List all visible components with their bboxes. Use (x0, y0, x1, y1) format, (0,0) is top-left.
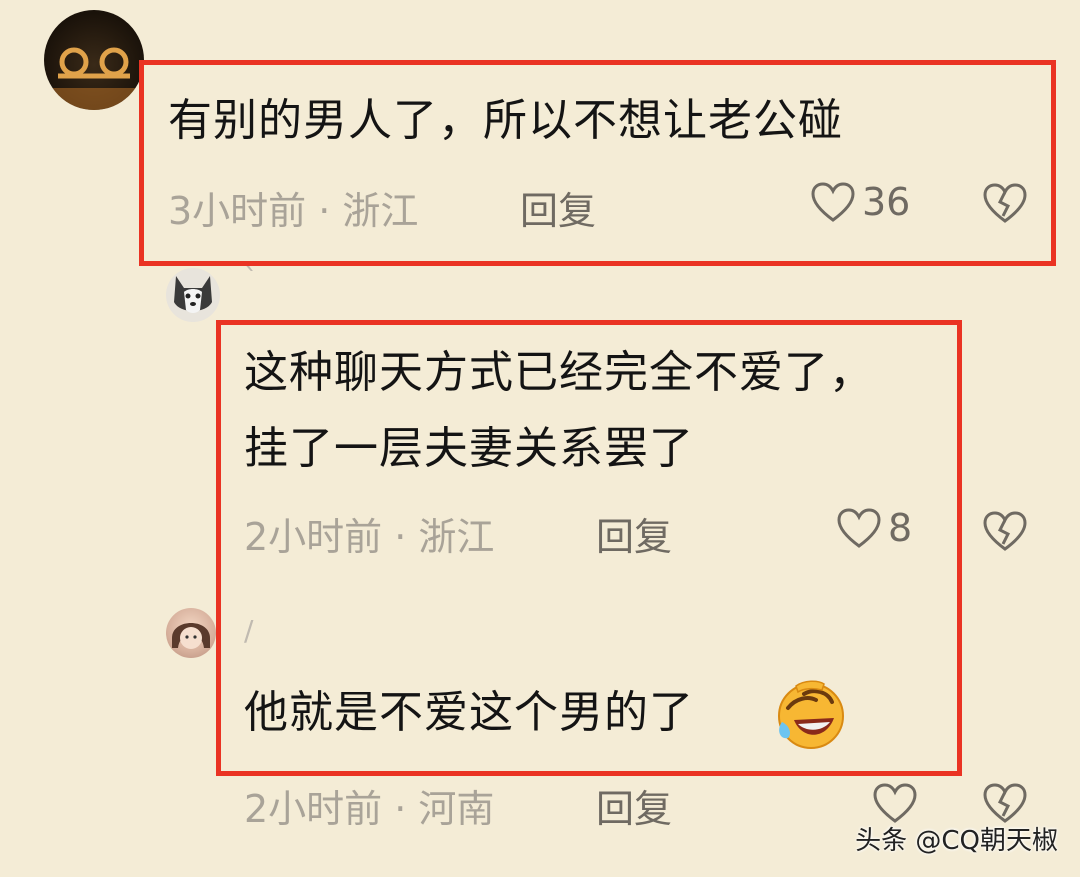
watermark: 头条 @CQ朝天椒 (855, 826, 1058, 856)
girl-avatar-icon (172, 623, 210, 649)
comment-time-location: 2小时前 · 河南 (244, 787, 495, 831)
comment-text: 有别的男人了，所以不想让老公碰 (168, 95, 843, 146)
heart-icon (836, 507, 882, 549)
like-count: 36 (862, 180, 911, 224)
comment-text-line-1: 这种聊天方式已经完全不爱了， (244, 347, 874, 398)
comment-time-location: 3小时前 · 浙江 (168, 189, 419, 233)
username[interactable]: ` (244, 262, 258, 295)
husky-dog-avatar-icon (174, 276, 212, 313)
reply-button[interactable]: 回复 (520, 180, 596, 235)
commenter-avatar[interactable] (44, 10, 144, 110)
avatar-image-icon (44, 47, 144, 110)
comment-text-line-2: 挂了一层夫妻关系罢了 (244, 423, 694, 474)
username[interactable]: / (244, 614, 253, 647)
reply-button[interactable]: 回复 (596, 778, 672, 833)
heart-icon[interactable] (872, 782, 918, 824)
like-button[interactable]: 8 (836, 506, 912, 550)
comment-text: 他就是不爱这个男的了 (244, 687, 694, 738)
reply-button[interactable]: 回复 (596, 506, 672, 561)
dislike-broken-heart-icon[interactable] (982, 782, 1028, 824)
rolling-on-floor-laughing-emoji-icon (774, 678, 848, 752)
comment-time-location: 2小时前 · 浙江 (244, 515, 495, 559)
dislike-broken-heart-icon[interactable] (982, 182, 1028, 224)
heart-icon (810, 181, 856, 223)
like-count: 8 (888, 506, 913, 550)
like-button[interactable]: 36 (810, 180, 910, 224)
commenter-avatar[interactable] (166, 608, 216, 658)
dislike-broken-heart-icon[interactable] (982, 510, 1028, 552)
commenter-avatar[interactable] (166, 268, 220, 322)
